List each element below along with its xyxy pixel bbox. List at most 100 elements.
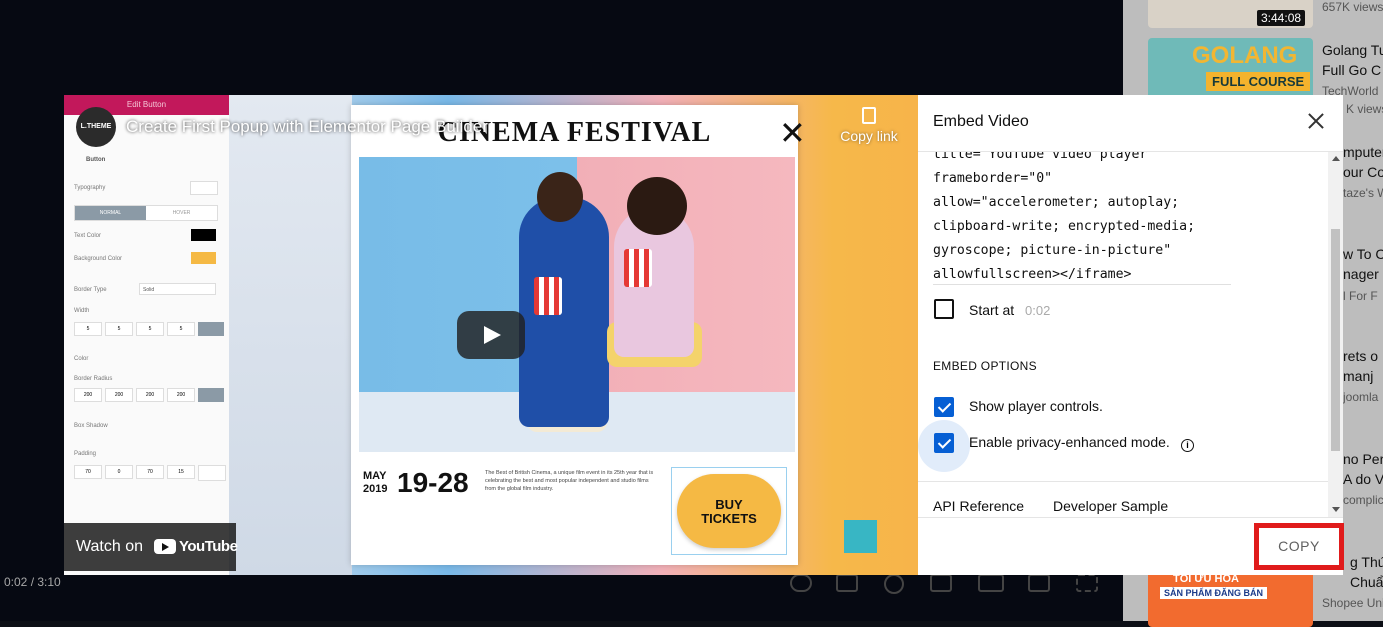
- related-thumb[interactable]: TỐI ƯU HÓA SẢN PHẨM ĐĂNG BÁN: [1148, 567, 1313, 627]
- duration-badge: 3:44:08: [1257, 10, 1306, 26]
- logo-chip: [844, 520, 877, 553]
- related-title[interactable]: w To C nager: [1343, 244, 1383, 284]
- poster-description: The Best of British Cinema, a unique fil…: [485, 470, 654, 492]
- padding-inputs: 70 0 70 15: [74, 465, 226, 481]
- related-meta: l For F: [1343, 289, 1378, 303]
- poster-month-year: MAY 2019: [363, 470, 387, 496]
- play-button[interactable]: [457, 311, 525, 359]
- width-value: 5: [105, 322, 133, 336]
- related-meta: joomla: [1343, 390, 1379, 404]
- poster-year: 2019: [363, 483, 388, 495]
- embed-code-textarea[interactable]: title="YouTube video player" frameborder…: [933, 152, 1195, 287]
- divider: [933, 284, 1231, 285]
- editor-label: Color: [74, 356, 89, 362]
- editor-label: Border Type: [74, 287, 107, 293]
- close-icon[interactable]: [1304, 109, 1328, 133]
- tickets-label: TICKETS: [701, 511, 757, 526]
- show-controls-checkbox[interactable]: [934, 397, 954, 417]
- youtube-logo: YouTube: [154, 538, 238, 555]
- divider: [918, 481, 1328, 482]
- width-inputs: 5 5 5 5: [74, 322, 224, 336]
- cast-icon[interactable]: [1028, 574, 1050, 592]
- padding-value: 15: [167, 465, 195, 479]
- editor-label: Border Radius: [74, 376, 113, 382]
- privacy-mode-checkbox[interactable]: [934, 433, 954, 453]
- editor-canvas-side: [229, 95, 352, 575]
- person-head: [537, 172, 583, 222]
- copy-icon: [862, 107, 876, 124]
- person-head: [627, 177, 687, 235]
- padding-value: 70: [74, 465, 102, 479]
- captions-icon[interactable]: [836, 574, 858, 592]
- scroll-down-arrow-icon[interactable]: [1332, 507, 1340, 512]
- time-display: 0:02 / 3:10: [4, 575, 61, 589]
- start-at-label: Start at: [969, 302, 1015, 318]
- cinema-poster: CINEMA FESTIVAL MAY 2019 19-28 The Best …: [351, 105, 798, 565]
- theater-mode-icon[interactable]: [978, 574, 1004, 592]
- copy-link-button[interactable]: Copy link: [834, 107, 904, 144]
- embed-scroll-area[interactable]: title="YouTube video player" frameborder…: [918, 152, 1328, 517]
- buy-label: BUY: [715, 497, 743, 512]
- related-title[interactable]: rets o manj: [1343, 346, 1378, 386]
- radius-inputs: 200 200 200 200: [74, 388, 224, 402]
- radius-value: 200: [136, 388, 164, 402]
- scrollbar-thumb[interactable]: [1331, 229, 1340, 451]
- info-icon[interactable]: i: [1181, 439, 1194, 452]
- embed-options-heading: EMBED OPTIONS: [933, 359, 1037, 373]
- thumb-subtext: SẢN PHẨM ĐĂNG BÁN: [1160, 587, 1267, 599]
- related-thumb[interactable]: 3:44:08: [1148, 0, 1313, 28]
- related-meta: Shopee Uni: [1322, 596, 1383, 610]
- width-value: 5: [74, 322, 102, 336]
- padding-value: 0: [105, 465, 133, 479]
- text-color-swatch: [191, 229, 216, 241]
- width-value: 5: [136, 322, 164, 336]
- background-color-swatch: [191, 252, 216, 264]
- related-title[interactable]: no Per A do V: [1343, 449, 1383, 489]
- related-meta: taze's W: [1343, 186, 1383, 200]
- related-meta: 657K views: [1322, 0, 1383, 14]
- youtube-wordmark: YouTube: [179, 538, 238, 555]
- start-at-checkbox[interactable]: [934, 299, 954, 319]
- close-icon: ✕: [779, 115, 806, 151]
- developer-sample-link[interactable]: Developer Sample: [1053, 498, 1168, 514]
- fullscreen-icon[interactable]: [1076, 574, 1098, 592]
- embed-title: Embed Video: [933, 113, 1029, 130]
- related-title[interactable]: mputer our Co: [1343, 142, 1383, 182]
- settings-gear-icon[interactable]: [884, 574, 904, 594]
- channel-avatar[interactable]: L.THEME: [76, 107, 116, 147]
- normal-hover-toggle: NORMAL HOVER: [74, 205, 218, 221]
- editor-label: Padding: [74, 451, 97, 457]
- padding-value: 70: [136, 465, 164, 479]
- video-frame[interactable]: Edit Button Button Typography NORMAL HOV…: [64, 95, 918, 575]
- video-title[interactable]: Create First Popup with Elementor Page B…: [126, 117, 488, 137]
- editor-label: Background Color: [74, 256, 123, 262]
- hover-tab: HOVER: [172, 210, 191, 216]
- link-values-icon: [198, 322, 224, 336]
- scroll-up-arrow-icon[interactable]: [1332, 156, 1340, 161]
- related-title[interactable]: g Thứ Chuẩn SE: [1350, 552, 1383, 592]
- related-title[interactable]: Golang Tu Full Go C: [1322, 40, 1383, 80]
- poster-month: MAY: [363, 470, 387, 482]
- editor-section-label: Button: [86, 157, 106, 163]
- editor-label: Width: [74, 308, 90, 314]
- width-value: 5: [167, 322, 195, 336]
- watch-on-youtube-button[interactable]: Watch on YouTube: [64, 523, 238, 571]
- watch-on-label: Watch on: [76, 538, 143, 555]
- link-values-icon: [198, 388, 224, 402]
- link-values-icon: [198, 465, 226, 481]
- related-meta: K views: [1346, 102, 1383, 116]
- divider: [918, 517, 1343, 518]
- autoplay-toggle-icon[interactable]: [790, 574, 812, 592]
- start-time-input[interactable]: 0:02: [1025, 303, 1050, 318]
- thumb-text: GOLANG: [1192, 42, 1298, 69]
- editor-edit-box: [190, 181, 218, 195]
- scrollbar[interactable]: [1328, 152, 1343, 517]
- thumb-subtext: FULL COURSE: [1206, 72, 1311, 91]
- radius-value: 200: [74, 388, 102, 402]
- border-type-select: Solid: [139, 283, 216, 295]
- api-reference-link[interactable]: API Reference: [933, 498, 1024, 514]
- normal-tab: NORMAL: [75, 206, 146, 220]
- radius-value: 200: [167, 388, 195, 402]
- copy-button[interactable]: COPY: [1254, 523, 1344, 570]
- miniplayer-icon[interactable]: [930, 574, 952, 592]
